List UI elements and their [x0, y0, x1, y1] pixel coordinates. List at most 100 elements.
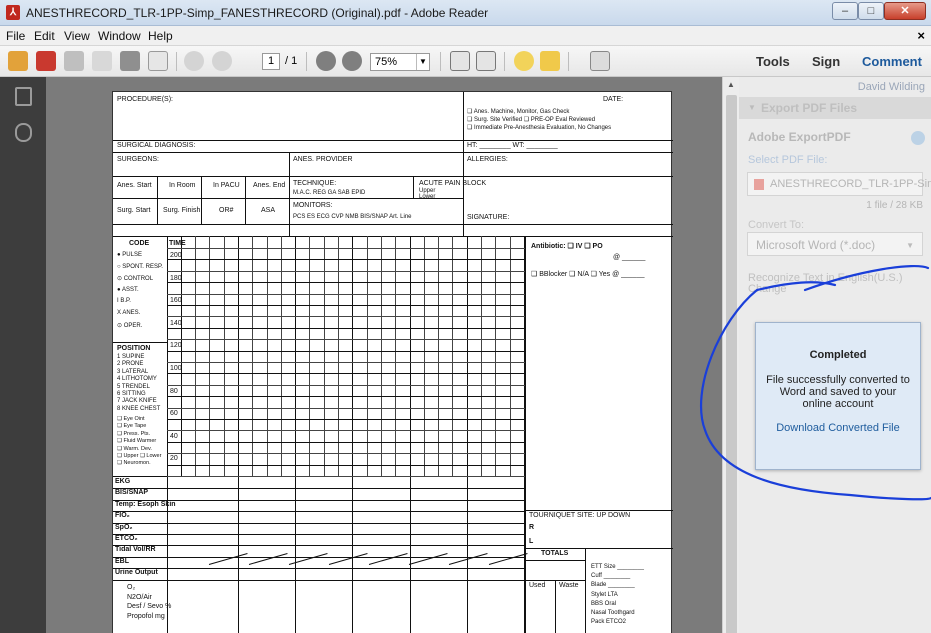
page-number-input[interactable]: 1: [262, 53, 280, 70]
scale-label: 200: [170, 252, 182, 259]
edit-icon[interactable]: [64, 51, 84, 71]
record-row-label: BIS/SNAP: [115, 489, 149, 497]
minimize-button[interactable]: ‒: [832, 2, 858, 20]
position-item: 4 LITHOTOMY: [117, 376, 157, 383]
grid-line: [195, 236, 196, 476]
export-pdf-section-header[interactable]: ▼ Export PDF Files: [739, 97, 931, 119]
extra-item: ❑ Press. Pts.: [117, 430, 151, 437]
user-account[interactable]: David Wilding: [858, 81, 925, 93]
selected-file[interactable]: ANESTHRECORD_TLR-1PP-Simp_....: [747, 172, 931, 196]
record-row-label: SpO₂: [115, 523, 133, 531]
airway-item: ETT Size ________: [591, 564, 644, 570]
grid-line: [167, 441, 525, 443]
attachments-icon[interactable]: [15, 123, 32, 142]
code-item: ○ SPONT. RESP.: [117, 263, 163, 270]
grid-line: [167, 350, 525, 352]
sign-tab[interactable]: Sign: [812, 54, 840, 69]
scale-label: 140: [170, 319, 182, 327]
menu-window[interactable]: Window: [98, 29, 141, 43]
grid-line: [248, 552, 288, 565]
grid-line: [409, 236, 411, 633]
airway-item: BBS Oral: [591, 600, 617, 607]
grid-line: [113, 545, 525, 547]
grid-line: [295, 236, 297, 633]
position-item: 7 JACK KNIFE: [117, 398, 157, 405]
record-row-label: EBL: [115, 557, 129, 565]
grid-line: [113, 488, 525, 490]
close-button[interactable]: ✕: [884, 2, 926, 20]
page-thumbnails-icon[interactable]: [15, 87, 32, 106]
code-item: ● PULSE: [117, 252, 142, 258]
grid-line: [209, 236, 211, 476]
menu-bar: File Edit View Window Help ×: [0, 26, 931, 46]
convert-to-label: Convert To:: [748, 219, 805, 231]
form-surg-finish: Surg. Finish: [163, 207, 201, 214]
position-item: 1 SUPINE: [117, 354, 145, 360]
comment-tab[interactable]: Comment: [862, 54, 922, 69]
change-link[interactable]: Change: [748, 284, 902, 295]
record-row-label: ETCO₂: [115, 535, 138, 542]
fit-width-icon[interactable]: [476, 51, 496, 71]
zoom-select[interactable]: 75% ▼: [370, 53, 430, 71]
menu-edit[interactable]: Edit: [34, 29, 55, 43]
grid-line: [523, 236, 525, 633]
expand-icon[interactable]: [590, 51, 610, 71]
grid-line: [223, 236, 225, 476]
maximize-button[interactable]: □: [858, 2, 884, 20]
create-pdf-icon[interactable]: [8, 51, 28, 71]
print-icon[interactable]: [120, 51, 140, 71]
form-ht-wt: HT: ________ WT: ________: [467, 142, 558, 149]
previous-page-icon[interactable]: [184, 51, 204, 71]
form-in-room: In Room: [169, 182, 196, 189]
grid-line: [237, 236, 239, 633]
next-page-icon[interactable]: [212, 51, 232, 71]
pdf-file-icon: [754, 179, 764, 190]
grid-line: [167, 384, 525, 386]
grid-line: [488, 552, 528, 565]
form-lower: Lower: [419, 194, 436, 200]
form-surgeons: SURGEONS:: [117, 156, 160, 163]
position-item: 5 TRENDEL: [117, 383, 150, 390]
scrollbar-thumb[interactable]: [726, 95, 737, 633]
close-document-icon[interactable]: ×: [917, 28, 925, 43]
grid-line: [252, 236, 254, 476]
code-item: X ANES.: [117, 310, 141, 316]
scale-label: 20: [170, 455, 178, 463]
record-row-label: Tidal Vol/RR: [115, 546, 156, 554]
grid-line: [167, 453, 525, 455]
scale-label: 180: [170, 274, 182, 282]
form-used: Used: [529, 582, 546, 589]
download-converted-file-link[interactable]: Download Converted File: [756, 422, 920, 434]
grid-line: [368, 552, 408, 565]
menu-view[interactable]: View: [64, 29, 90, 43]
grid-line: [167, 419, 525, 420]
form-anes-end: Anes. End: [253, 182, 286, 189]
document-view[interactable]: PROCEDURE(S): DATE: ❑ Anes. Machine, Mon…: [46, 77, 722, 633]
menu-file[interactable]: File: [6, 29, 25, 43]
convert-to-select[interactable]: Microsoft Word (*.doc) ▼: [747, 232, 923, 256]
zoom-in-icon[interactable]: [342, 51, 362, 71]
grid-line: [167, 362, 525, 363]
email-icon[interactable]: [148, 51, 168, 71]
open-pdf-icon[interactable]: [36, 51, 56, 71]
extra-item: ❑ Warm. Dev.: [117, 445, 152, 452]
grid-line: [167, 407, 525, 409]
grid-line: [466, 236, 468, 633]
fit-page-icon[interactable]: [450, 51, 470, 71]
highlight-icon[interactable]: [540, 51, 560, 71]
zoom-out-icon[interactable]: [316, 51, 336, 71]
menu-help[interactable]: Help: [148, 29, 173, 43]
grid-line: [380, 236, 382, 476]
scroll-up-icon[interactable]: ▲: [727, 80, 735, 89]
dialog-title: Completed: [809, 349, 867, 361]
form-acute-pain: ACUTE PAIN BLOCK: [419, 180, 487, 187]
info-icon[interactable]: [911, 131, 925, 145]
sticky-note-icon[interactable]: [514, 51, 534, 71]
vertical-scrollbar[interactable]: ▲: [722, 77, 739, 633]
toolbar-separator: [440, 52, 441, 71]
grid-line: [208, 552, 248, 565]
save-icon[interactable]: [92, 51, 112, 71]
form-check-1: ❑ Anes. Machine, Monitor, Gas Check: [467, 109, 570, 115]
toolbar-separator: [568, 52, 569, 71]
tools-tab[interactable]: Tools: [756, 54, 790, 69]
